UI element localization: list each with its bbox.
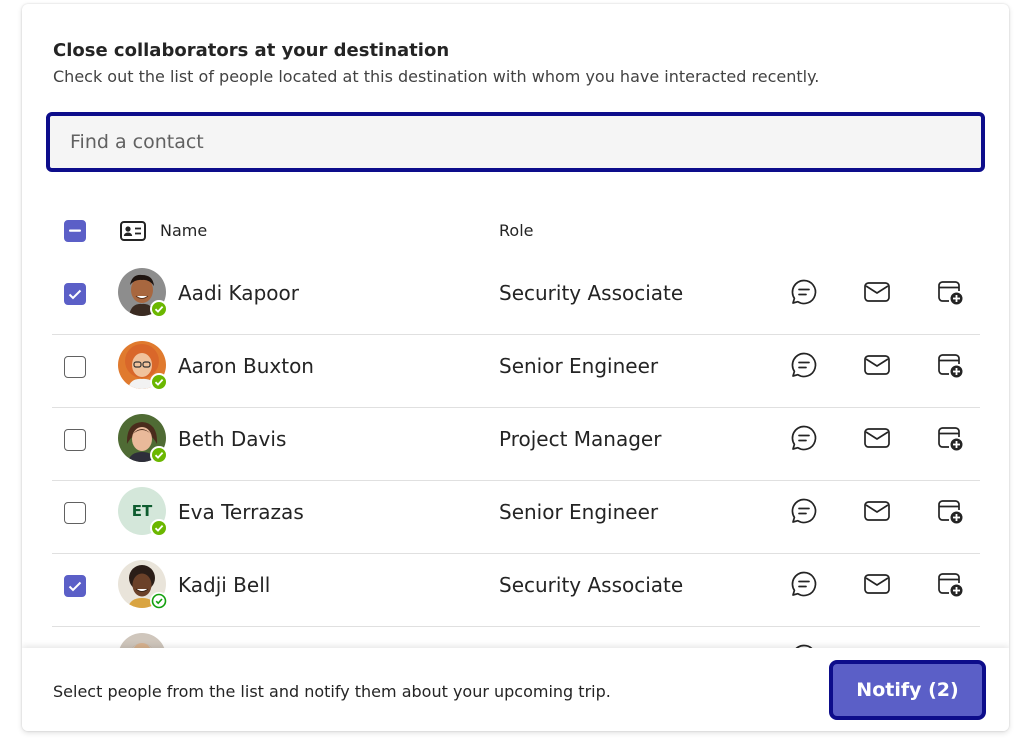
presence-available-icon [150,446,168,464]
avatar[interactable]: ET [118,487,168,537]
column-header-name[interactable]: Name [160,221,207,240]
contact-name: Eva Terrazas [178,500,304,524]
avatar[interactable] [118,414,168,464]
table-row[interactable] [22,627,1009,648]
table-row[interactable]: Beth Davis Project Manager [22,408,1009,481]
presence-available-icon [150,592,168,610]
table-row[interactable]: Kadji Bell Security Associate [22,554,1009,627]
chat-icon[interactable] [788,276,820,308]
contact-role: Security Associate [499,281,684,305]
table-row[interactable]: ET Eva Terrazas Senior Engineer [22,481,1009,554]
calendar-add-icon[interactable] [934,568,966,600]
panel-subtitle: Check out the list of people located at … [53,67,820,86]
table-header: Name Role [22,210,1009,252]
chat-icon[interactable] [788,495,820,527]
chat-icon[interactable] [788,568,820,600]
calendar-add-icon[interactable] [934,276,966,308]
contact-list[interactable]: Aadi Kapoor Security Associate Aaron Bux… [22,262,1009,648]
mail-icon[interactable] [861,276,893,308]
contact-card-icon [120,221,146,241]
calendar-add-icon[interactable] [934,422,966,454]
row-checkbox[interactable] [64,283,86,305]
mail-icon[interactable] [861,568,893,600]
chat-icon[interactable] [788,349,820,381]
row-checkbox[interactable] [64,429,86,451]
avatar[interactable] [118,633,166,648]
column-header-role[interactable]: Role [499,221,533,240]
mail-icon[interactable] [861,495,893,527]
presence-available-icon [150,519,168,537]
contact-role: Security Associate [499,573,684,597]
chat-icon[interactable] [788,422,820,454]
contact-name: Kadji Bell [178,573,271,597]
notify-button[interactable]: Notify (2) [829,660,986,720]
calendar-add-icon[interactable] [934,349,966,381]
chat-icon[interactable] [788,641,820,648]
contact-name: Aaron Buxton [178,354,314,378]
mail-icon[interactable] [861,422,893,454]
panel-title: Close collaborators at your destination [53,40,450,61]
contact-role: Project Manager [499,427,662,451]
row-checkbox[interactable] [64,575,86,597]
footer-hint: Select people from the list and notify t… [53,682,611,701]
avatar[interactable] [118,341,168,391]
select-all-checkbox[interactable] [64,220,86,242]
table-row[interactable]: Aadi Kapoor Security Associate [22,262,1009,335]
avatar[interactable] [118,268,168,318]
footer-bar: Select people from the list and notify t… [22,648,1009,731]
contact-name: Beth Davis [178,427,287,451]
presence-available-icon [150,373,168,391]
calendar-add-icon[interactable] [934,495,966,527]
contact-search-input[interactable] [46,112,985,172]
row-checkbox[interactable] [64,356,86,378]
table-row[interactable]: Aaron Buxton Senior Engineer [22,335,1009,408]
row-checkbox[interactable] [64,502,86,524]
presence-available-icon [150,300,168,318]
collaborators-panel: Close collaborators at your destination … [22,4,1009,731]
contact-role: Senior Engineer [499,500,659,524]
contact-name: Aadi Kapoor [178,281,299,305]
avatar[interactable] [118,560,168,610]
contact-role: Senior Engineer [499,354,659,378]
mail-icon[interactable] [861,349,893,381]
